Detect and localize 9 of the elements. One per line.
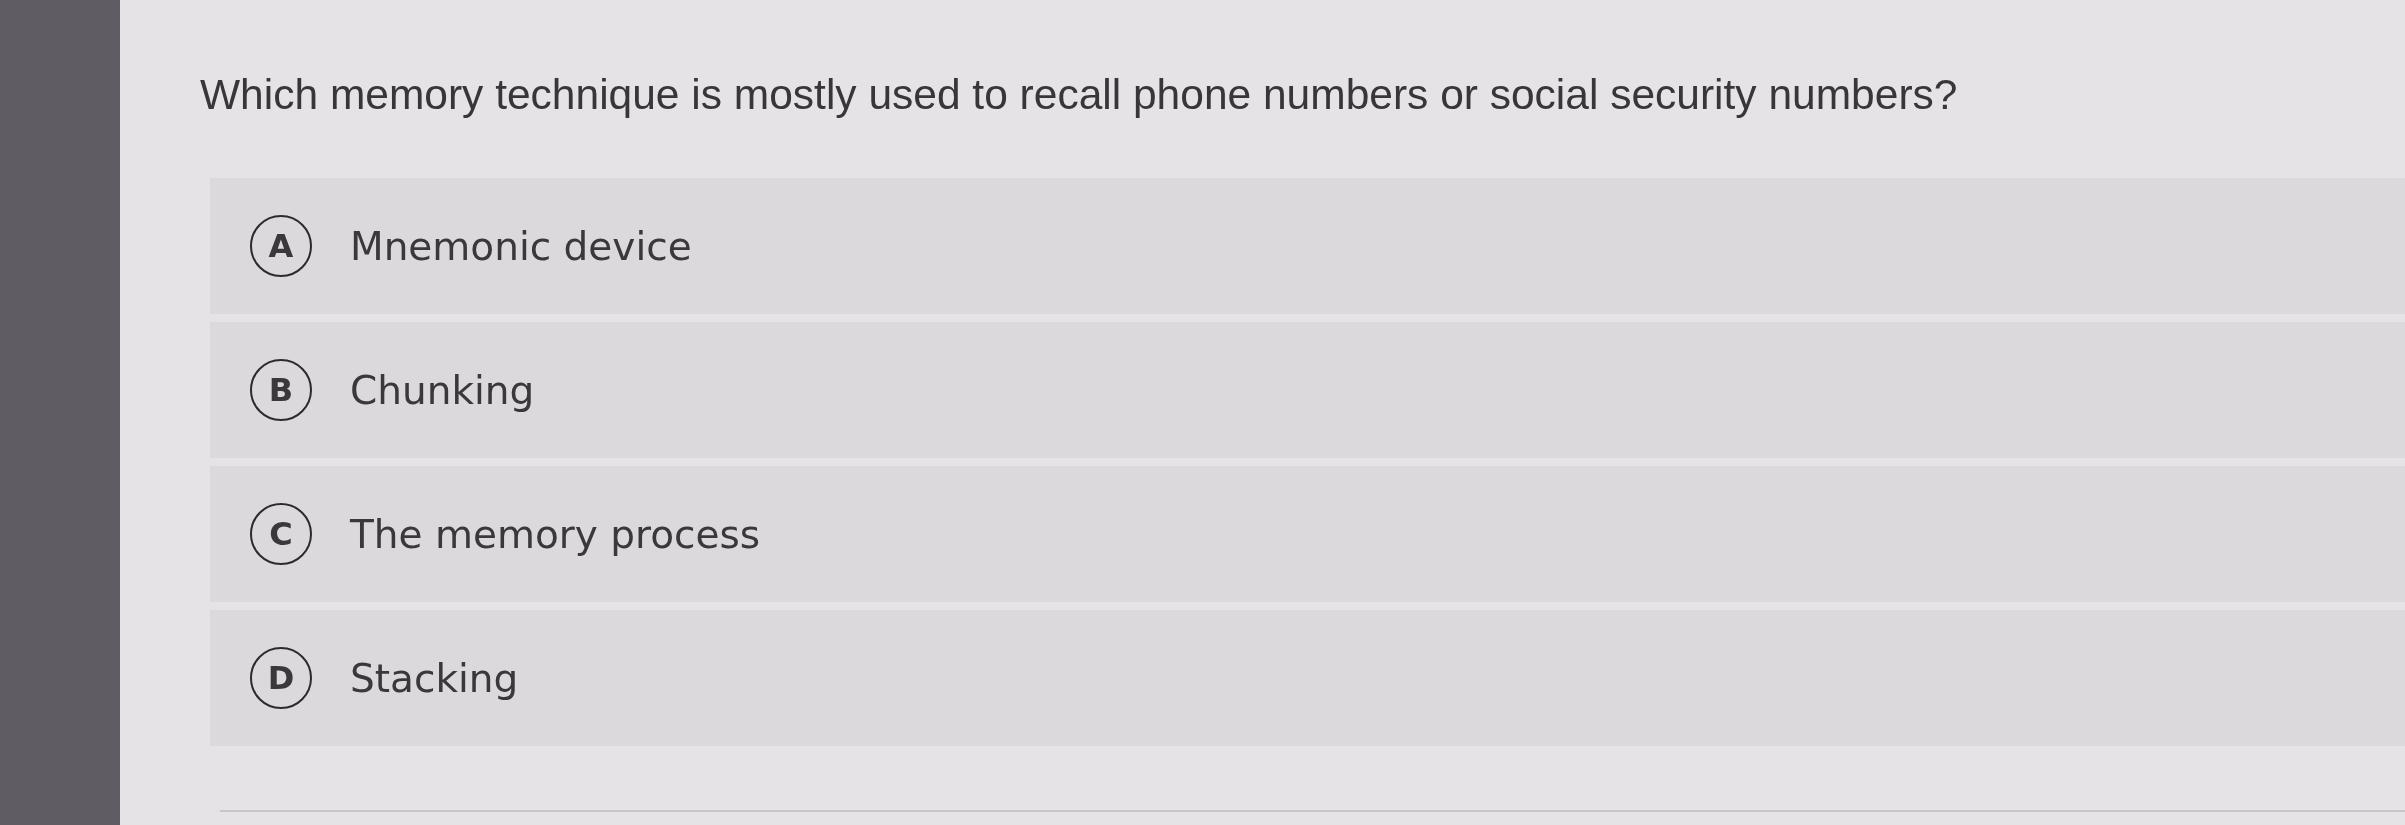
option-letter: D (250, 647, 312, 709)
answer-option[interactable]: B Chunking (210, 322, 2405, 458)
option-letter: B (250, 359, 312, 421)
option-letter: C (250, 503, 312, 565)
answer-option[interactable]: A Mnemonic device (210, 178, 2405, 314)
answer-option[interactable]: C The memory process (210, 466, 2405, 602)
question-text: Which memory technique is mostly used to recall phone numbers or social security numbers? (200, 70, 1959, 120)
answer-option[interactable]: D Stacking (210, 610, 2405, 746)
option-letter: A (250, 215, 312, 277)
